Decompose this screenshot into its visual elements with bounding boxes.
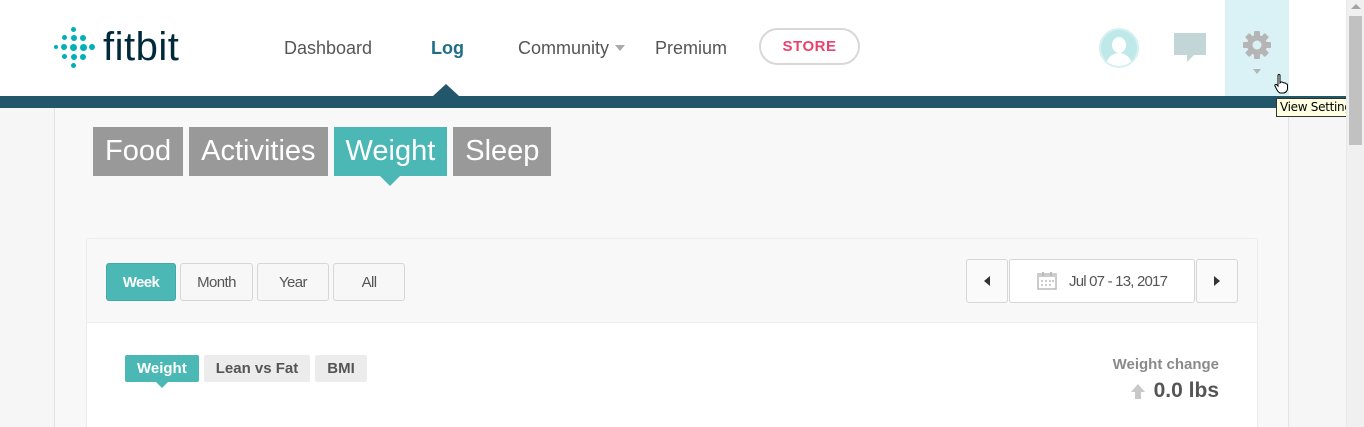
nav-community-label: Community (518, 37, 610, 58)
messages-icon[interactable] (1174, 33, 1206, 68)
avatar-icon[interactable] (1099, 28, 1139, 68)
weight-panel: Week Month Year All Jul 07 - 13, 2017 We… (86, 238, 1258, 427)
active-nav-pointer (433, 84, 459, 96)
logo-text: fitbit (103, 25, 180, 69)
nav-dashboard[interactable]: Dashboard (284, 0, 372, 96)
next-week-button[interactable] (1196, 259, 1238, 303)
range-week-button[interactable]: Week (106, 263, 176, 301)
range-month-button[interactable]: Month (180, 263, 253, 301)
main-content: Food Activities Weight Sleep Week Month … (54, 108, 1289, 427)
range-buttons: Week Month Year All (106, 263, 405, 301)
tab-sleep[interactable]: Sleep (453, 127, 552, 176)
category-tabs: Food Activities Weight Sleep (93, 127, 552, 186)
range-year-button[interactable]: Year (257, 263, 329, 301)
weight-change-value-row: 0.0 lbs (1113, 379, 1219, 403)
panel-toolbar: Week Month Year All Jul 07 - 13, 2017 (87, 239, 1257, 323)
fitbit-logo-icon (53, 27, 95, 68)
scroll-up-icon[interactable] (1351, 4, 1361, 9)
subtab-bmi[interactable]: BMI (315, 355, 367, 382)
weight-change-value: 0.0 lbs (1153, 379, 1219, 402)
chevron-left-icon (984, 276, 990, 286)
range-all-button[interactable]: All (333, 263, 405, 301)
scrollbar[interactable] (1346, 0, 1364, 427)
weight-change-summary: Weight change 0.0 lbs (1113, 356, 1219, 403)
arrow-up-icon (1130, 384, 1145, 399)
tab-activities[interactable]: Activities (189, 127, 328, 176)
scrollbar-thumb[interactable] (1349, 16, 1362, 145)
gear-icon (1242, 30, 1272, 65)
subtab-lean-vs-fat[interactable]: Lean vs Fat (203, 355, 311, 382)
chevron-down-icon (1253, 69, 1261, 74)
subtab-weight[interactable]: Weight (125, 355, 199, 388)
chevron-right-icon (1214, 276, 1220, 286)
top-header: fitbit Dashboard Log Community Premium S… (0, 0, 1346, 96)
tab-weight[interactable]: Weight (333, 127, 448, 186)
date-navigator: Jul 07 - 13, 2017 (966, 259, 1238, 303)
weight-change-label: Weight change (1112, 356, 1219, 373)
store-button[interactable]: STORE (759, 28, 860, 65)
calendar-icon (1037, 272, 1057, 290)
nav-premium[interactable]: Premium (655, 0, 727, 96)
tab-food[interactable]: Food (93, 127, 184, 176)
date-range-picker[interactable]: Jul 07 - 13, 2017 (1009, 259, 1195, 303)
nav-community[interactable]: Community (518, 0, 626, 96)
previous-week-button[interactable] (966, 259, 1008, 303)
weight-sub-tabs: Weight Lean vs Fat BMI (125, 355, 367, 388)
date-range-text: Jul 07 - 13, 2017 (1069, 272, 1168, 290)
chevron-down-icon (615, 45, 626, 51)
nav-log[interactable]: Log (431, 0, 464, 96)
fitbit-logo[interactable]: fitbit (53, 26, 179, 68)
nav-bar (0, 96, 1346, 108)
